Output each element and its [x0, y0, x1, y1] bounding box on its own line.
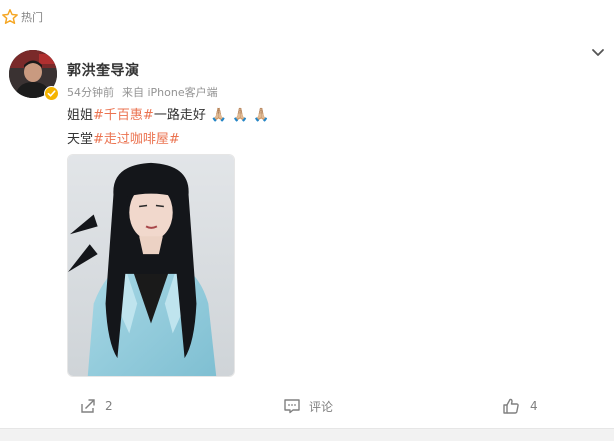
- share-button[interactable]: 2: [79, 397, 113, 415]
- text-segment: 姐姐: [67, 108, 94, 123]
- post-source: 来自 iPhone客户端: [122, 86, 218, 99]
- like-count: 4: [530, 399, 538, 413]
- hot-section-header[interactable]: 热门: [0, 8, 43, 26]
- post-image[interactable]: [67, 154, 235, 377]
- post-text-line-2: 天堂#走过咖啡屋#: [67, 128, 180, 147]
- star-icon: [2, 9, 18, 25]
- post-text-line-1: 姐姐#千百惠#一路走好 🙏🏼 🙏🏼 🙏🏼: [67, 104, 269, 123]
- topic-link-qianbaihui[interactable]: #千百惠#: [93, 108, 154, 123]
- post-time[interactable]: 54分钟前: [67, 86, 114, 99]
- text-segment: 一路走好: [153, 108, 206, 123]
- weibo-feed-card: 热门 郭洪奎导演 54分钟前 来自 iPhone客户端 姐姐#千百惠#一路走好 🙏🏼…: [0, 0, 614, 441]
- share-count: 2: [105, 399, 113, 413]
- thumbs-up-icon: [503, 398, 519, 414]
- comment-button[interactable]: 评论: [283, 397, 333, 415]
- pray-emoji: 🙏🏼: [232, 108, 249, 123]
- like-button[interactable]: 4: [502, 397, 538, 415]
- pray-emoji: 🙏🏼: [210, 108, 228, 123]
- author-name[interactable]: 郭洪奎导演: [67, 60, 140, 80]
- card-separator: [0, 428, 614, 441]
- share-icon: [81, 399, 95, 413]
- chevron-down-icon[interactable]: [591, 47, 605, 59]
- text-segment: 天堂: [67, 132, 94, 147]
- comment-icon: [284, 399, 300, 414]
- post-meta: 54分钟前 来自 iPhone客户端: [67, 84, 218, 100]
- comment-label: 评论: [309, 399, 334, 414]
- pray-emoji: 🙏🏼: [253, 108, 270, 123]
- verified-badge-icon: [44, 86, 59, 101]
- hot-label: 热门: [21, 11, 43, 24]
- topic-link-zouguo-kafeiwu[interactable]: #走过咖啡屋#: [93, 132, 180, 147]
